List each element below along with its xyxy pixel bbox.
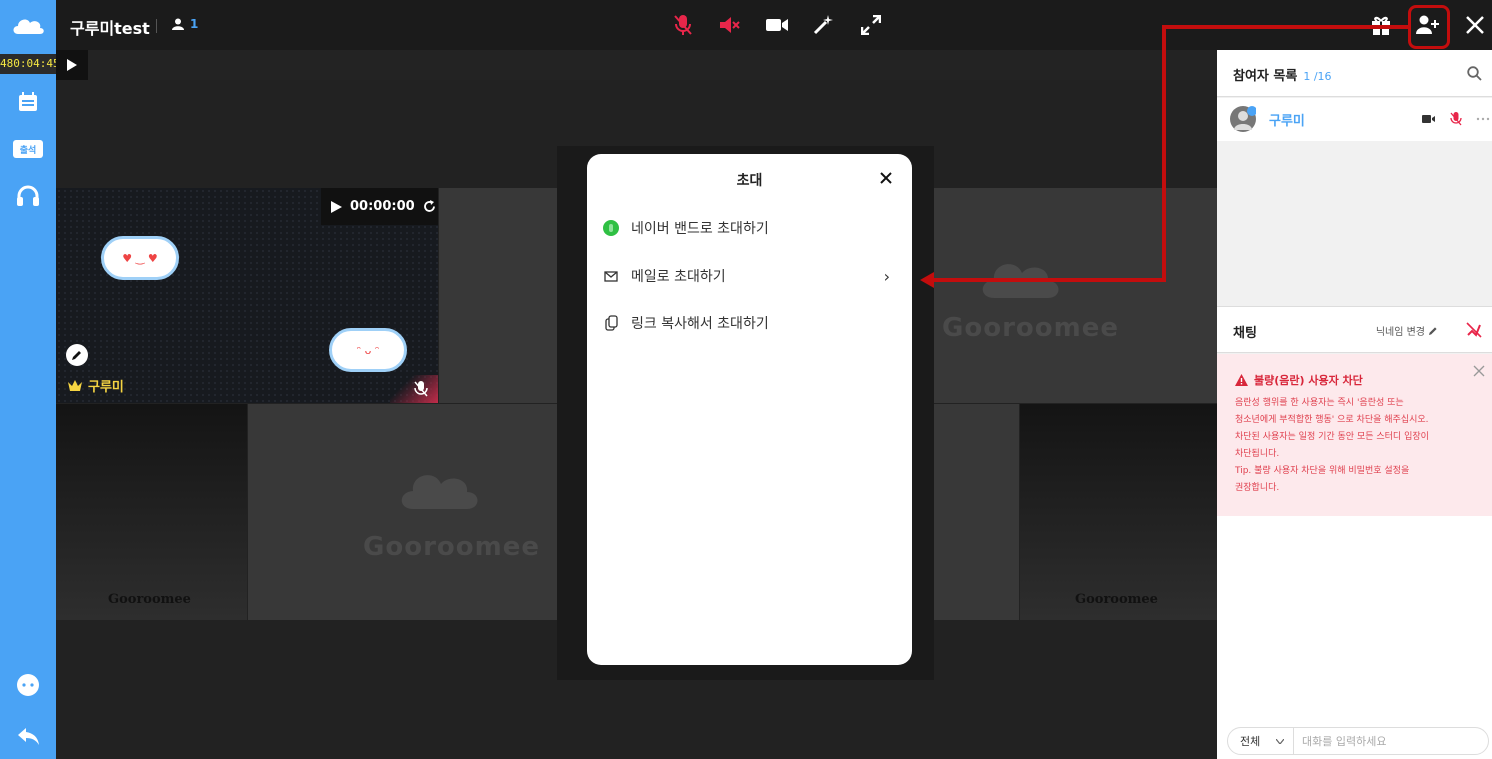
owner-label: 구루미 — [68, 376, 124, 395]
tile-mic-status — [390, 375, 438, 403]
participant-count-value: 1 — [190, 17, 199, 31]
chat-bubble-icon[interactable] — [14, 671, 42, 699]
brand-watermark-small: Gooroomee — [108, 592, 191, 607]
left-sidebar: 480:04:45 출석 — [0, 0, 60, 759]
brand-watermark-small: Gooroomee — [1075, 592, 1158, 607]
brand-watermark: Gooroomee — [363, 532, 540, 562]
room-title: 구루미test — [70, 19, 150, 38]
expand-play-button[interactable] — [56, 50, 88, 80]
magic-wand-icon[interactable] — [810, 12, 836, 38]
gooroomee-cloud-icon — [401, 475, 478, 509]
video-tile: Gooroomee — [56, 404, 247, 620]
mail-icon — [604, 271, 618, 282]
video-tile — [439, 188, 557, 403]
warning-line: 차단된 사용자는 일정 기간 동안 모든 스터디 입장이 — [1235, 432, 1429, 442]
brand-watermark: Gooroomee — [942, 313, 1119, 343]
chat-input-bar: 전체 — [1227, 727, 1489, 755]
cloud-sticker-icon: ♥ ‿ ♥ — [101, 236, 179, 280]
edit-pen-button[interactable] — [66, 344, 88, 366]
pen-icon — [1429, 326, 1437, 335]
chat-message-area — [1217, 516, 1492, 759]
speaker-muted-icon[interactable] — [717, 12, 743, 38]
chat-title: 채팅 — [1233, 326, 1257, 341]
mic-muted-icon[interactable] — [670, 12, 696, 38]
participant-count: 1 — [172, 17, 198, 31]
warning-line: 차단됩니다. — [1235, 449, 1280, 459]
warning-line: 음란성 행위를 한 사용자는 즉시 '음란성 또는 — [1235, 398, 1404, 408]
mic-muted-icon — [414, 381, 428, 397]
chevron-right-icon: › — [883, 266, 890, 286]
camera-icon — [1422, 115, 1435, 123]
chevron-down-icon — [1276, 738, 1285, 744]
crown-icon — [68, 380, 82, 391]
chat-input[interactable] — [1294, 734, 1488, 748]
video-tile — [934, 404, 1019, 620]
warning-title-row: 불량(음란) 사용자 차단 — [1235, 372, 1474, 388]
more-icon[interactable] — [1476, 117, 1490, 121]
warning-line: Tip. 불량 사용자 차단을 위해 비밀번호 설정을 — [1235, 466, 1410, 476]
chat-scope-value: 전체 — [1240, 735, 1261, 748]
invite-band-label: 네이버 밴드로 초대하기 — [631, 221, 769, 237]
warning-title: 불량(음란) 사용자 차단 — [1254, 374, 1363, 387]
warning-line: 권장합니다. — [1235, 483, 1280, 493]
cloud-logo-icon — [13, 19, 44, 34]
modal-title: 초대 — [736, 173, 763, 189]
invite-link-label: 링크 복사해서 초대하기 — [631, 316, 769, 332]
chat-scope-select[interactable]: 전체 — [1228, 728, 1294, 754]
title-divider — [156, 19, 157, 33]
reload-icon[interactable] — [423, 200, 436, 213]
warning-line: 청소년에게 부적합한 행동' 으로 차단을 해주십시오. — [1235, 415, 1429, 425]
invite-link-item[interactable]: 링크 복사해서 초대하기 — [603, 308, 898, 338]
headset-icon[interactable] — [14, 182, 42, 210]
invite-mail-label: 메일로 초대하기 — [631, 269, 726, 285]
invite-mail-item[interactable]: 메일로 초대하기 › — [603, 261, 898, 291]
highlight-box — [1408, 5, 1450, 49]
warning-icon — [1235, 374, 1248, 386]
chat-mute-icon[interactable] — [1466, 322, 1482, 338]
cloud-sticker-icon: ᵔ ᴗ ᵔ — [329, 328, 407, 372]
search-icon[interactable] — [1467, 66, 1482, 81]
owner-name: 구루미 — [88, 380, 124, 395]
camera-icon[interactable] — [764, 12, 790, 38]
calendar-icon[interactable] — [14, 88, 42, 116]
chat-header: 채팅 닉네임 변경 — [1217, 306, 1492, 353]
close-icon[interactable] — [1472, 364, 1486, 378]
nickname-change-button[interactable]: 닉네임 변경 — [1376, 323, 1438, 338]
nickname-change-label: 닉네임 변경 — [1375, 327, 1425, 338]
person-icon — [172, 18, 184, 30]
block-warning-notice: 불량(음란) 사용자 차단 음란성 행위를 한 사용자는 즉시 '음란성 또는 … — [1217, 354, 1492, 516]
session-timer: 480:04:45 — [0, 54, 60, 74]
video-playback-control[interactable]: 00:00:00 — [321, 188, 438, 225]
band-icon — [603, 220, 619, 236]
annotation-arrow — [920, 25, 1408, 288]
mic-muted-icon — [1450, 112, 1462, 126]
pen-icon — [72, 351, 81, 360]
main-video-tile[interactable]: 00:00:00 ♥ ‿ ♥ ᵔ ᴗ ᵔ 구루미 — [56, 188, 438, 403]
exit-icon[interactable] — [14, 722, 42, 750]
play-icon — [331, 200, 342, 213]
close-icon[interactable] — [878, 170, 894, 186]
fullscreen-icon[interactable] — [858, 12, 884, 38]
video-tile: Gooroomee — [1020, 404, 1217, 620]
invite-modal: 초대 네이버 밴드로 초대하기 메일로 초대하기 › 링크 복사해서 초대하기 — [587, 154, 912, 665]
video-time: 00:00:00 — [350, 199, 415, 214]
clip-icon — [605, 315, 618, 331]
close-room-icon[interactable] — [1462, 12, 1488, 38]
play-icon — [67, 59, 77, 71]
attendance-label: 출석 — [13, 140, 43, 158]
attendance-button[interactable]: 출석 — [12, 135, 44, 163]
invite-band-item[interactable]: 네이버 밴드로 초대하기 — [603, 213, 898, 243]
video-tile: Gooroomee — [248, 404, 557, 620]
